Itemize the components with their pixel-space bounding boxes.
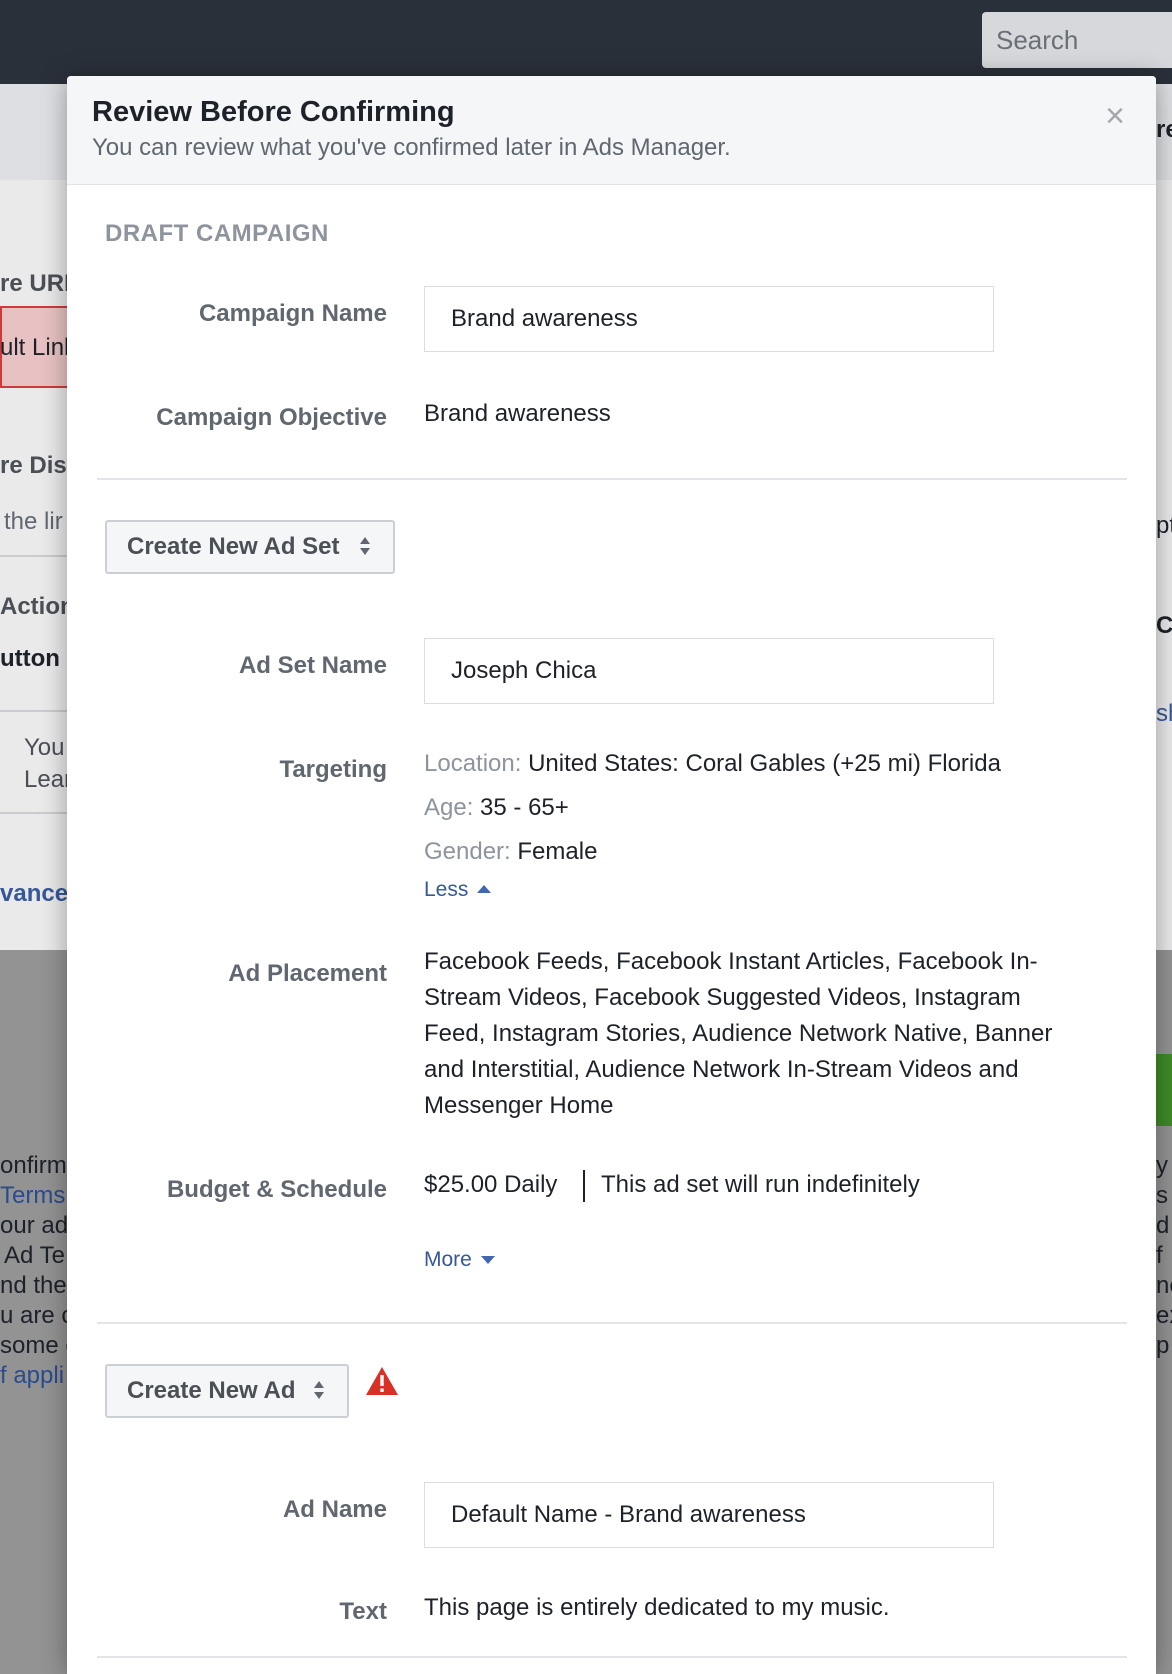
background-link[interactable]: Terms [0, 1182, 70, 1210]
background-text: s y [1156, 1182, 1172, 1209]
background-text: y [1156, 1152, 1168, 1179]
budget-value: $25.00 Daily [424, 1171, 558, 1198]
age-value: 35 - 65+ [480, 794, 569, 821]
background-text: nd the [0, 1272, 67, 1299]
section-divider [97, 1322, 1127, 1324]
ad-set-selector-label: Create New Ad Set [127, 533, 340, 560]
background-divider [0, 812, 70, 814]
background-text: re URL [0, 270, 70, 297]
search-input[interactable]: Search [982, 12, 1172, 68]
age-key: Age: [424, 794, 474, 821]
create-new-ad-dropdown[interactable]: Create New Ad [105, 1364, 349, 1418]
targeting-location: Location: United States: Coral Gables (+… [424, 750, 1001, 778]
section-heading-draft-campaign: DRAFT CAMPAIGN [105, 220, 329, 247]
background-link[interactable]: vance [0, 880, 70, 908]
less-link[interactable]: Less [424, 878, 492, 902]
background-text: pt [1156, 512, 1172, 539]
close-icon[interactable]: × [1097, 98, 1133, 134]
sort-arrows-icon [359, 537, 371, 557]
background-text: u are c [0, 1302, 70, 1329]
background-text: onfirm' [0, 1152, 70, 1179]
background-text: re Dis [0, 452, 67, 479]
background-link[interactable]: f appli [0, 1362, 70, 1390]
background-confirm-button[interactable] [1156, 1054, 1172, 1126]
campaign-name-label: Campaign Name [198, 300, 387, 327]
modal-header: Review Before Confirming You can review … [67, 76, 1156, 185]
campaign-name-field[interactable]: Brand awareness [424, 286, 994, 352]
ad-text-label: Text [339, 1598, 387, 1625]
warning-triangle-icon [366, 1367, 398, 1395]
background-text: re [1156, 116, 1172, 143]
targeting-gender: Gender: Female [424, 838, 597, 866]
more-link-label: More [424, 1248, 472, 1271]
background-text: Lear [24, 766, 70, 793]
targeting-age: Age: 35 - 65+ [424, 794, 569, 822]
section-divider [97, 1656, 1127, 1658]
background-text: d [1156, 1212, 1170, 1239]
budget-separator [583, 1170, 585, 1202]
gender-value: Female [517, 838, 598, 865]
schedule-value: This ad set will run indefinitely [601, 1171, 920, 1198]
background-text: ex [1156, 1302, 1172, 1329]
background-text: ult Link [0, 334, 70, 361]
more-link[interactable]: More [424, 1248, 495, 1272]
caret-up-icon [477, 885, 492, 893]
review-modal: Review Before Confirming You can review … [67, 76, 1156, 1674]
background-text: some c [0, 1332, 70, 1359]
background-text: f [1156, 1242, 1163, 1269]
background-text: ne [1156, 1272, 1172, 1299]
create-new-ad-set-dropdown[interactable]: Create New Ad Set [105, 520, 395, 574]
background-link[interactable]: sh [1156, 700, 1172, 728]
gender-key: Gender: [424, 838, 511, 865]
section-divider [97, 478, 1127, 480]
ad-text-value: This page is entirely dedicated to my mu… [424, 1594, 890, 1621]
campaign-objective-value: Brand awareness [424, 400, 611, 427]
campaign-objective-label: Campaign Objective [156, 404, 387, 431]
background-text: You [24, 734, 65, 761]
background-text: Action [0, 593, 70, 620]
ad-name-label: Ad Name [282, 1496, 387, 1523]
targeting-label: Targeting [279, 756, 387, 783]
ad-placement-label: Ad Placement [228, 960, 387, 987]
background-divider [0, 710, 70, 712]
ad-set-name-field[interactable]: Joseph Chica [424, 638, 994, 704]
ad-name-field[interactable]: Default Name - Brand awareness [424, 1482, 994, 1548]
budget-schedule-label: Budget & Schedule [166, 1176, 387, 1203]
location-value: United States: Coral Gables (+25 mi) Flo… [528, 750, 1001, 777]
top-navigation-bar: Search [0, 0, 1172, 84]
background-text: utton [0, 645, 60, 672]
less-link-label: Less [424, 878, 469, 901]
background-right-panel [1156, 180, 1172, 950]
background-text: the lir [4, 508, 63, 535]
modal-title: Review Before Confirming [92, 96, 455, 128]
sort-arrows-icon [313, 1381, 325, 1401]
ad-set-name-label: Ad Set Name [238, 652, 387, 679]
background-text: Ad Te [4, 1242, 65, 1269]
background-text: C [1156, 612, 1172, 639]
background-text: p [1156, 1332, 1170, 1359]
modal-subtitle: You can review what you've confirmed lat… [92, 134, 731, 161]
ad-placement-value: Facebook Feeds, Facebook Instant Article… [424, 948, 1053, 1119]
ad-selector-label: Create New Ad [127, 1377, 296, 1404]
background-divider [0, 555, 70, 557]
background-text: our ad [0, 1212, 69, 1239]
caret-down-icon [480, 1256, 495, 1264]
location-key: Location: [424, 750, 522, 777]
